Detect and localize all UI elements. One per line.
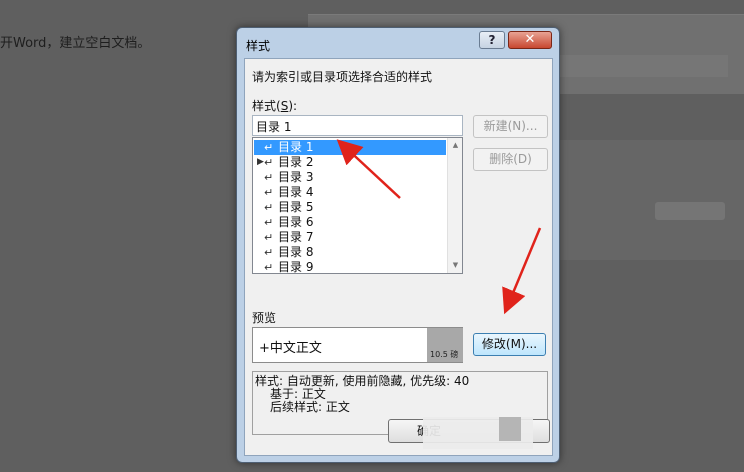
paragraph-style-icon: ↵ (264, 141, 274, 154)
paragraph-style-icon: ↵ (264, 216, 274, 229)
style-list-item[interactable]: ↵ 目录 6 (254, 215, 446, 230)
style-list-item[interactable]: ↵ 目录 8 (254, 245, 446, 260)
style-list-item-label: 目录 7 (278, 230, 314, 244)
style-list-item[interactable]: ↵ 目录 3 (254, 170, 446, 185)
watermark-overlay (423, 417, 533, 449)
paragraph-style-icon: ↵ (264, 156, 274, 169)
expand-arrow-icon: ▶ (257, 157, 264, 167)
style-list-item-label: 目录 4 (278, 185, 314, 199)
background-panel (560, 140, 744, 260)
new-button[interactable]: 新建(N)... (473, 115, 548, 138)
style-list-item[interactable]: ↵ 目录 5 (254, 200, 446, 215)
dialog-body: 请为索引或目录项选择合适的样式 样式(S): 目录 1 ↵ 目录 1 ▶ ↵ 目录 2 ↵… (244, 58, 553, 456)
help-button[interactable]: ? (479, 31, 505, 49)
dialog-titlebar: 样式 ? ✕ (237, 28, 559, 58)
style-dialog: 样式 ? ✕ 请为索引或目录项选择合适的样式 样式(S): 目录 1 ↵ 目录 1… (236, 27, 560, 463)
preview-size-swatch: 10.5 磅 (427, 328, 463, 362)
close-button[interactable]: ✕ (508, 31, 552, 49)
preview-text: +中文正文 (259, 341, 322, 356)
style-list-item[interactable]: ↵ 目录 4 (254, 185, 446, 200)
style-list-item-label: 目录 2 (278, 155, 314, 169)
style-list-item-label: 目录 1 (278, 140, 314, 154)
background-article-text: 开Word，建立空白文档。 (0, 36, 151, 51)
styles-label: 样式(S): (252, 99, 298, 113)
style-list-item-label: 目录 9 (278, 260, 314, 274)
style-list-items: ↵ 目录 1 ▶ ↵ 目录 2 ↵ 目录 3 ↵ 目录 4 ↵ 目录 5 ↵ 目录 6 ↵ 目录 7 ↵ 目录 … (253, 138, 447, 273)
paragraph-style-icon: ↵ (264, 231, 274, 244)
paragraph-style-icon: ↵ (264, 186, 274, 199)
preview-box: +中文正文 10.5 磅 (252, 327, 463, 363)
style-listbox[interactable]: ↵ 目录 1 ▶ ↵ 目录 2 ↵ 目录 3 ↵ 目录 4 ↵ 目录 5 ↵ 目录 6 ↵ 目录 7 ↵ 目录 … (252, 137, 463, 274)
delete-button[interactable]: 删除(D) (473, 148, 548, 171)
style-list-item[interactable]: ↵ 目录 1 (254, 140, 446, 155)
style-list-item[interactable]: ▶ ↵ 目录 2 (254, 155, 446, 170)
description-line-3: 后续样式: 正文 (270, 400, 350, 414)
style-list-item-label: 目录 3 (278, 170, 314, 184)
list-scrollbar[interactable]: ▲ ▼ (447, 138, 462, 273)
scroll-up-icon[interactable]: ▲ (448, 138, 462, 153)
instruction-text: 请为索引或目录项选择合适的样式 (252, 70, 433, 84)
paragraph-style-icon: ↵ (264, 261, 274, 274)
paragraph-style-icon: ↵ (264, 246, 274, 259)
style-list-item-label: 目录 8 (278, 245, 314, 259)
dialog-title: 样式 (246, 39, 271, 53)
modify-button[interactable]: 修改(M)... (473, 333, 546, 356)
style-name-input[interactable]: 目录 1 (252, 115, 463, 136)
style-list-item[interactable]: ↵ 目录 7 (254, 230, 446, 245)
paragraph-style-icon: ↵ (264, 171, 274, 184)
style-list-item-label: 目录 5 (278, 200, 314, 214)
style-list-item[interactable]: ↵ 目录 9 (254, 260, 446, 274)
preview-label: 预览 (252, 311, 277, 325)
scroll-down-icon[interactable]: ▼ (448, 258, 462, 273)
style-list-item-label: 目录 6 (278, 215, 314, 229)
preview-size-text: 10.5 磅 (430, 350, 459, 359)
paragraph-style-icon: ↵ (264, 201, 274, 214)
